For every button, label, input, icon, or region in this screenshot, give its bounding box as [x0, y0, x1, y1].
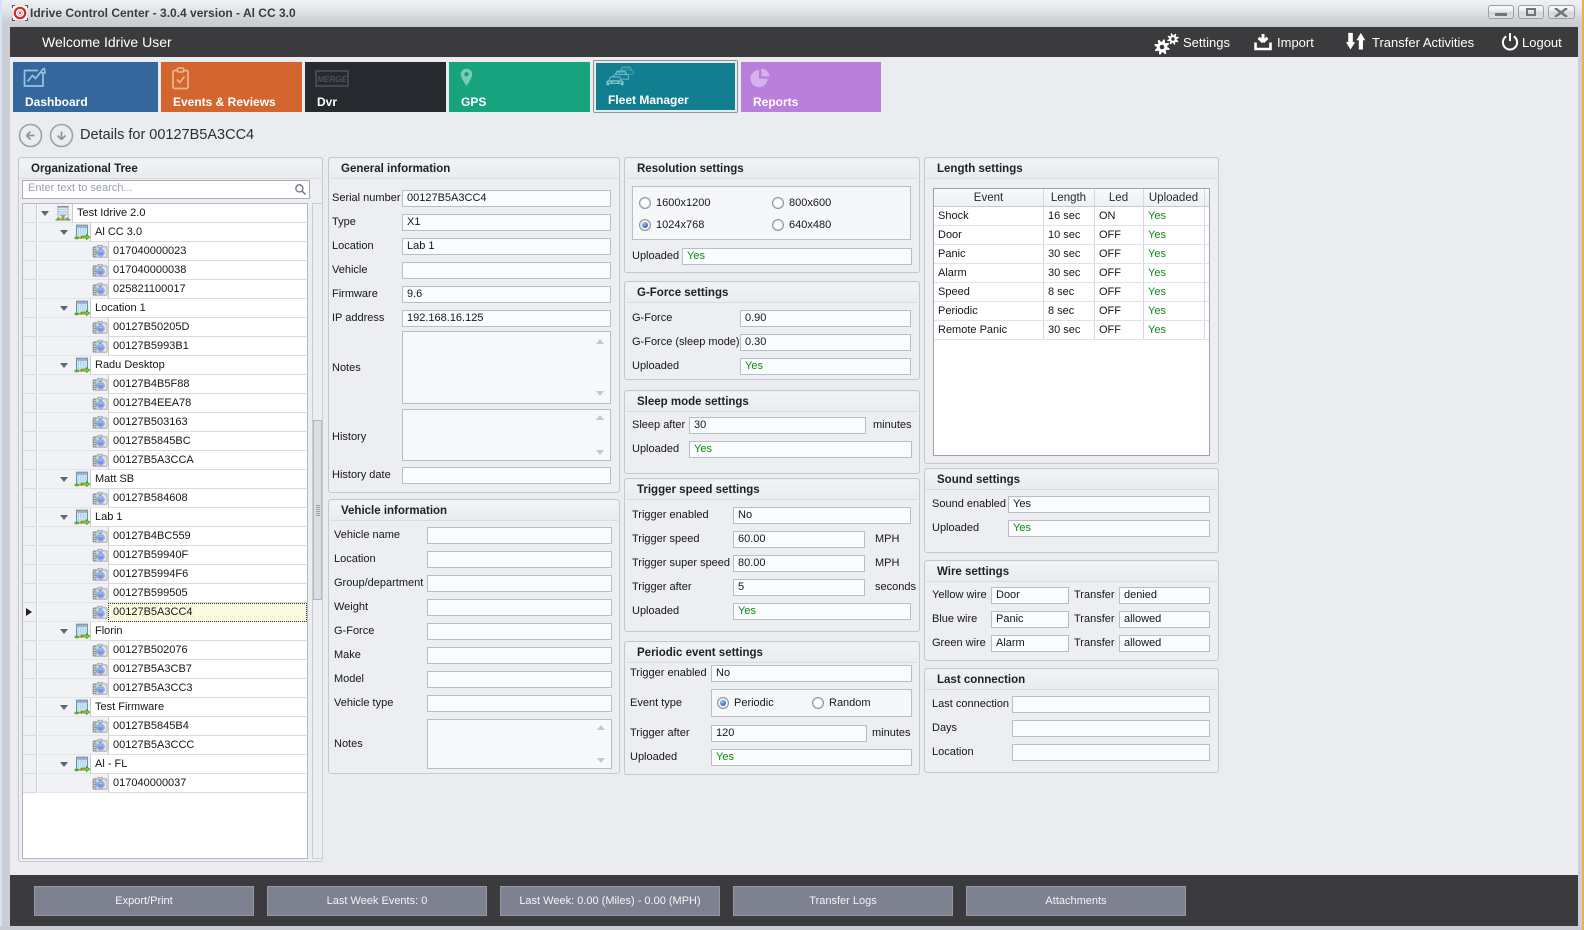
svg-text:MERGE: MERGE: [317, 75, 347, 84]
